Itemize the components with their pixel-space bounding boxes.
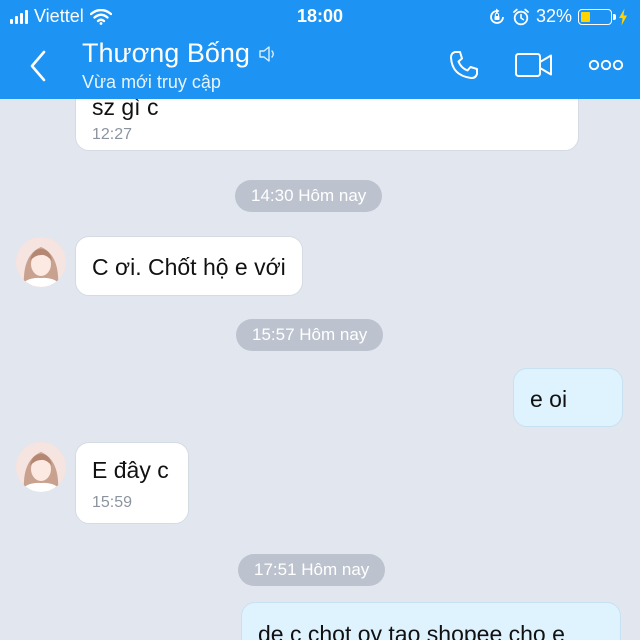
message-text: sz gì c (92, 99, 159, 120)
contact-name-row: Thương Bống (82, 38, 278, 69)
date-divider: 14:30 Hôm nay (235, 180, 383, 212)
status-bar: Viettel 18:00 32% (0, 0, 640, 32)
message-time: 12:27 (92, 126, 133, 143)
charging-icon (619, 8, 627, 25)
battery-level (581, 11, 590, 22)
date-divider: 17:51 Hôm nay (238, 554, 386, 586)
chat-area: sz gì c 12:27 14:30 Hôm nay C ơi. Chốt h… (0, 99, 640, 640)
more-horizontal-icon (588, 59, 624, 71)
avatar[interactable] (16, 442, 66, 492)
more-options-button[interactable] (588, 46, 624, 84)
battery-icon (578, 8, 616, 25)
video-camera-icon (515, 53, 552, 77)
rotation-lock-icon (490, 8, 504, 24)
contact-name: Thương Bống (82, 38, 250, 68)
chat-nav-bar: Thương Bống Vừa mới truy cập (0, 32, 640, 99)
chevron-left-icon (30, 50, 46, 82)
message-text: E đây c (92, 457, 169, 483)
message-incoming[interactable]: C ơi. Chốt hộ e với (75, 236, 303, 296)
app-header: Viettel 18:00 32% Thương Bống Vừa mới tr… (0, 0, 640, 99)
message-incoming[interactable]: E đây c 15:59 (75, 442, 189, 524)
message-text: C ơi. Chốt hộ e với (92, 254, 286, 280)
phone-icon (450, 51, 478, 80)
message-text: de c chot ọy tao shopee cho e (258, 621, 565, 640)
alarm-icon (513, 8, 529, 25)
battery-percent: 32% (535, 6, 572, 26)
back-button[interactable] (18, 46, 58, 86)
contact-info[interactable]: Thương Bống Vừa mới truy cập (82, 38, 278, 93)
status-right: 32% (488, 6, 628, 27)
voice-call-button[interactable] (448, 46, 480, 84)
nav-actions (448, 46, 624, 84)
message-time: 15:59 (92, 494, 133, 511)
avatar-image (16, 237, 66, 287)
message-outgoing[interactable]: de c chot ọy tao shopee cho e (241, 602, 621, 640)
video-call-button[interactable] (514, 46, 554, 84)
message-text: e oi (530, 386, 568, 412)
avatar-image (16, 442, 66, 492)
contact-status: Vừa mới truy cập (82, 72, 221, 92)
muted-speaker-icon (259, 45, 274, 62)
message-outgoing[interactable]: e oi (513, 368, 623, 427)
avatar[interactable] (16, 237, 66, 287)
message-incoming[interactable]: sz gì c 12:27 (75, 99, 579, 151)
date-divider: 15:57 Hôm nay (236, 319, 384, 351)
